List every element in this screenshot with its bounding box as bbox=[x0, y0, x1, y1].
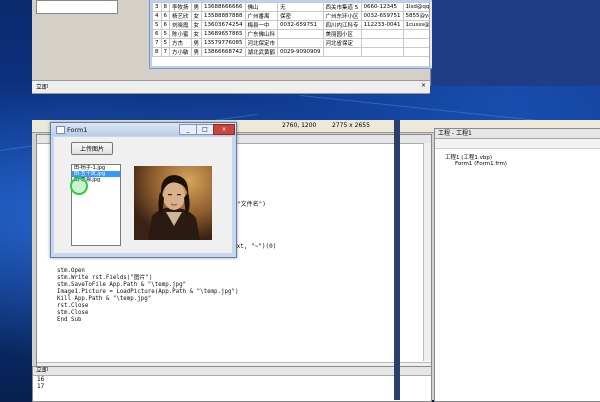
ide-splitter[interactable] bbox=[394, 120, 400, 400]
grid-cell[interactable] bbox=[360, 47, 404, 57]
grid-cell[interactable]: 西关市集道 5 bbox=[322, 2, 362, 12]
grid-cell[interactable]: 6 bbox=[160, 11, 170, 21]
code-line: rst.Close bbox=[57, 303, 89, 309]
code-line: stm.Open bbox=[57, 268, 85, 274]
grid-cell[interactable]: 6 bbox=[152, 29, 162, 39]
grid-cell[interactable] bbox=[277, 38, 324, 48]
code-line: End Sub bbox=[57, 317, 82, 323]
grid-cell[interactable]: 河北保定市 bbox=[244, 38, 279, 48]
code-fragment-split: ext, "~")(0) bbox=[233, 243, 277, 250]
project-form-node[interactable]: Form1 (Form1.frm) bbox=[455, 161, 507, 167]
grid-cell[interactable]: 4 bbox=[152, 11, 162, 21]
code-vertical-scrollbar[interactable] bbox=[423, 143, 431, 361]
grid-cell[interactable]: 0029-9090909 bbox=[277, 47, 324, 57]
grid-cell[interactable]: 112233-0041 bbox=[360, 20, 404, 30]
top-immediate-close-icon[interactable]: × bbox=[421, 82, 426, 89]
portrait-image bbox=[134, 166, 212, 240]
grid-cell[interactable]: 无 bbox=[277, 2, 324, 12]
grid-cell[interactable]: 广东佛山科 bbox=[244, 29, 279, 39]
size-readout: 2775 x 2655 bbox=[332, 122, 370, 129]
grid-cell[interactable]: 0032-659751 bbox=[277, 20, 324, 30]
grid-cell[interactable]: 13603674254 bbox=[201, 20, 246, 30]
immediate-window[interactable]: 立即 16 17 bbox=[32, 366, 432, 402]
grid-cell[interactable]: 保密 bbox=[277, 11, 324, 21]
form1-client-area: 上传图片 田-杨子-1.jpg 田-五十岚.jpg 田-李湘.jpg bbox=[54, 137, 232, 253]
close-button[interactable]: × bbox=[213, 124, 235, 135]
grid-cell[interactable]: 方小敏 bbox=[169, 47, 192, 57]
grid-cell[interactable]: 杨艺欣 bbox=[169, 11, 192, 21]
grid-cell[interactable] bbox=[360, 38, 404, 48]
form1-window[interactable]: Form1 _ □ × 上传图片 田-杨子-1.jpg 田-五十岚.jpg 田-… bbox=[50, 122, 237, 258]
grid-cell[interactable]: 13588887888 bbox=[201, 11, 246, 21]
grid-cell[interactable]: 刘晓霞 bbox=[169, 20, 192, 30]
top-right-dark-area bbox=[432, 0, 600, 86]
grid-cell[interactable]: 8 bbox=[152, 47, 162, 57]
code-line: stm.Close bbox=[57, 310, 89, 316]
form1-titlebar[interactable]: Form1 _ □ × bbox=[51, 123, 236, 136]
form-app-icon bbox=[56, 126, 65, 134]
grid-cell[interactable]: 0660-12345 bbox=[360, 2, 404, 12]
grid-cell[interactable]: 5 bbox=[160, 38, 170, 48]
grid-cell[interactable]: 陈小蜜 bbox=[169, 29, 192, 39]
project-explorer-toolbar[interactable] bbox=[435, 139, 600, 149]
code-line: stm.Write rst.Fields("图片") bbox=[57, 275, 153, 281]
grid-cell[interactable] bbox=[277, 29, 324, 39]
project-explorer[interactable]: 工程 - 工程1 工程1 (工程1.vbp) Form1 (Form1.frm) bbox=[434, 128, 600, 402]
grid-cell[interactable]: 河北省保定 bbox=[322, 38, 362, 48]
minimize-button[interactable]: _ bbox=[179, 124, 197, 135]
grid-cell[interactable] bbox=[360, 29, 404, 39]
project-explorer-title: 工程 - 工程1 bbox=[435, 129, 600, 139]
upload-image-button[interactable]: 上传图片 bbox=[71, 142, 113, 155]
top-immediate-title: 立即 bbox=[36, 84, 49, 91]
image-preview bbox=[134, 166, 212, 240]
grid-cell[interactable]: 梅县一中 bbox=[244, 20, 279, 30]
grid-cell[interactable]: 佛山 bbox=[244, 2, 279, 12]
grid-cell[interactable]: 湖北武黄鹤 bbox=[244, 47, 279, 57]
immediate-window-title: 立即 bbox=[33, 367, 431, 376]
grid-cell[interactable]: 李牧扬 bbox=[169, 2, 192, 12]
code-fragment-filename: "文件名") bbox=[237, 201, 266, 208]
grid-cell[interactable]: 13579776085 bbox=[201, 38, 246, 48]
grid-cell[interactable]: 男 bbox=[190, 38, 203, 48]
grid-cell[interactable]: 美丽园小区 bbox=[322, 29, 362, 39]
grid-cell[interactable]: 方杰 bbox=[169, 38, 192, 48]
maximize-button[interactable]: □ bbox=[196, 124, 214, 135]
grid-cell[interactable]: 女 bbox=[190, 20, 203, 30]
code-editor-text[interactable]: stm.Open stm.Write rst.Fields("图片") stm.Sa… bbox=[57, 268, 238, 324]
data-grid-window[interactable]: 3 8 李牧扬男 13688666666 佛山无西关市集道 5 0660-12345 1ls… bbox=[150, 0, 521, 68]
grid-cell[interactable]: 7 bbox=[152, 38, 162, 48]
form1-title: Form1 bbox=[67, 126, 88, 134]
grid-cell[interactable]: 8 bbox=[160, 2, 170, 12]
code-line: stm.SaveToFile App.Path & "\temp.jpg" bbox=[57, 282, 187, 288]
grid-cell[interactable]: 广州番禺 bbox=[244, 11, 279, 21]
immediate-line: 16 bbox=[37, 376, 45, 383]
grid-cell[interactable]: 男 bbox=[190, 47, 203, 57]
grid-cell[interactable] bbox=[322, 47, 362, 57]
project-root-node[interactable]: 工程1 (工程1.vbp) bbox=[445, 153, 492, 161]
grid-cell[interactable]: 广州东环小区 bbox=[322, 11, 362, 21]
grid-cell[interactable]: 5 bbox=[152, 20, 162, 30]
position-readout: 2760, 1200 bbox=[282, 122, 317, 129]
grid-cell[interactable]: 7 bbox=[160, 47, 170, 57]
code-line: Kill App.Path & "\temp.jpg" bbox=[57, 296, 152, 302]
top-immediate-bar: 立即 × bbox=[32, 80, 430, 94]
grid-cell[interactable]: 6 bbox=[160, 20, 170, 30]
mouse-cursor-highlight bbox=[70, 177, 88, 195]
grid-cell[interactable]: 四川内江科专 bbox=[322, 20, 362, 30]
grid-cell[interactable]: 13688666666 bbox=[201, 2, 246, 12]
grid-cell[interactable]: 女 bbox=[190, 11, 203, 21]
code-line: Image1.Picture = LoadPicture(App.Path & … bbox=[57, 289, 239, 295]
immediate-line: 17 bbox=[37, 383, 45, 390]
grid-cell[interactable]: 0032-659751 bbox=[360, 11, 404, 21]
grid-cell[interactable]: 13689657865 bbox=[201, 29, 246, 39]
grid-cell[interactable]: 13866668742 bbox=[201, 47, 246, 57]
grid-cell[interactable]: 5 bbox=[160, 29, 170, 39]
grid-cell[interactable]: 男 bbox=[190, 2, 203, 12]
top-ide-panel: 3 8 李牧扬男 13688666666 佛山无西关市集道 5 0660-12345 1ls… bbox=[32, 0, 521, 86]
grid-cell[interactable]: 女 bbox=[190, 29, 203, 39]
grid-cell[interactable]: 3 bbox=[152, 2, 162, 12]
top-left-listbox[interactable] bbox=[36, 0, 118, 14]
